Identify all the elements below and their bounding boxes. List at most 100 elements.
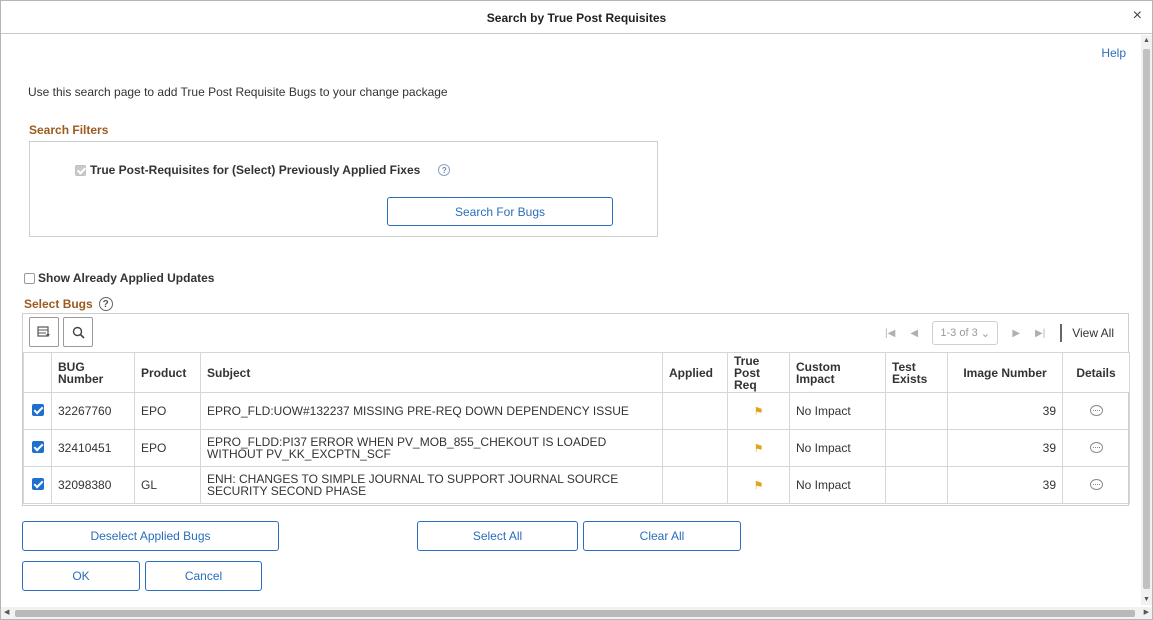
table-row: 32410451 EPO EPRO_FLDD:PI37 ERROR WHEN P… <box>23 429 1130 467</box>
view-all-link[interactable]: View All <box>1072 326 1114 340</box>
custom-impact-cell: No Impact <box>789 392 886 430</box>
search-icon <box>72 326 85 339</box>
column-header-image-number[interactable]: Image Number <box>947 352 1063 393</box>
show-applied-label: Show Already Applied Updates <box>38 271 215 285</box>
next-page-icon[interactable]: ▶ <box>1004 328 1028 339</box>
row-select-checkbox[interactable] <box>31 404 44 416</box>
true-post-req-cell: ⚑ <box>727 466 790 504</box>
search-filters-box: True Post-Requisites for (Select) Previo… <box>29 141 658 237</box>
column-header-details[interactable]: Details <box>1062 352 1130 393</box>
close-icon[interactable]: × <box>1133 8 1142 24</box>
deselect-applied-bugs-button[interactable]: Deselect Applied Bugs <box>22 521 279 551</box>
details-cell <box>1062 466 1130 504</box>
scroll-down-icon[interactable]: ▼ <box>1143 596 1150 603</box>
row-select-checkbox[interactable] <box>31 441 44 453</box>
show-applied-checkbox[interactable] <box>24 272 35 284</box>
grid-toolbar: |◀ ◀ 1-3 of 3 ⌄ ▶ ▶| View All <box>23 314 1128 352</box>
help-icon[interactable]: ? <box>98 297 113 311</box>
vertical-scrollbar[interactable]: ▲ ▼ <box>1141 35 1152 605</box>
true-post-req-cell: ⚑ <box>727 392 790 430</box>
image-number-cell: 39 <box>947 466 1063 504</box>
subject-cell: EPRO_FLDD:PI37 ERROR WHEN PV_MOB_855_CHE… <box>200 429 663 467</box>
row-range-text: 1-3 of 3 <box>940 327 978 339</box>
row-select-cell <box>23 392 52 430</box>
product-cell: EPO <box>134 429 201 467</box>
flag-icon: ⚑ <box>753 479 764 492</box>
chat-bubble-icon[interactable] <box>1089 441 1103 453</box>
test-exists-cell <box>885 429 948 467</box>
row-select-cell <box>23 466 52 504</box>
test-exists-cell <box>885 466 948 504</box>
details-cell <box>1062 392 1130 430</box>
subject-cell: ENH: CHANGES TO SIMPLE JOURNAL TO SUPPOR… <box>200 466 663 504</box>
details-cell <box>1062 429 1130 467</box>
select-column-header <box>23 352 52 393</box>
grid-personalize-icon <box>37 326 50 337</box>
clear-all-button[interactable]: Clear All <box>583 521 741 551</box>
dialog-titlebar: Search by True Post Requisites × <box>1 1 1152 34</box>
chat-bubble-icon[interactable] <box>1089 404 1103 416</box>
bug-number-cell: 32267760 <box>51 392 135 430</box>
help-icon[interactable]: ? <box>438 164 451 176</box>
applied-cell <box>662 466 728 504</box>
pager-divider <box>1060 324 1063 342</box>
column-header-true-post-req[interactable]: True Post Req <box>727 352 790 393</box>
intro-text: Use this search page to add True Post Re… <box>28 85 448 99</box>
help-link[interactable]: Help <box>1101 46 1126 60</box>
custom-impact-cell: No Impact <box>789 429 886 467</box>
table-row: 32267760 EPO EPRO_FLD:UOW#132237 MISSING… <box>23 392 1130 430</box>
horizontal-scrollbar[interactable]: ◀ ▶ <box>1 607 1152 619</box>
column-header-test-exists[interactable]: Test Exists <box>885 352 948 393</box>
select-all-button[interactable]: Select All <box>417 521 578 551</box>
true-post-req-checkbox <box>75 164 86 176</box>
image-number-cell: 39 <box>947 429 1063 467</box>
search-for-bugs-button[interactable]: Search For Bugs <box>387 197 613 226</box>
flag-icon: ⚑ <box>753 405 764 418</box>
custom-impact-cell: No Impact <box>789 466 886 504</box>
column-header-custom-impact[interactable]: Custom Impact <box>789 352 886 393</box>
scroll-left-icon[interactable]: ◀ <box>4 608 9 616</box>
select-bugs-heading: Select Bugs ? <box>24 297 113 311</box>
chevron-down-icon: ⌄ <box>980 327 990 340</box>
grid-personalize-button[interactable] <box>29 317 59 347</box>
horizontal-scroll-thumb[interactable] <box>15 610 1135 617</box>
ok-button[interactable]: OK <box>22 561 140 591</box>
dialog-title: Search by True Post Requisites <box>486 11 667 25</box>
test-exists-cell <box>885 392 948 430</box>
modal-dialog: Search by True Post Requisites × Help Us… <box>0 0 1153 620</box>
image-number-cell: 39 <box>947 392 1063 430</box>
previous-page-icon[interactable]: ◀ <box>902 328 926 339</box>
row-range-select[interactable]: 1-3 of 3 ⌄ <box>932 321 999 345</box>
row-select-cell <box>23 429 52 467</box>
true-post-req-checkbox-label: True Post-Requisites for (Select) Previo… <box>90 163 421 177</box>
column-header-product[interactable]: Product <box>134 352 201 393</box>
applied-cell <box>662 392 728 430</box>
dialog-content: Help Use this search page to add True Po… <box>1 35 1142 605</box>
grid-pager: |◀ ◀ 1-3 of 3 ⌄ ▶ ▶| View All <box>878 321 1114 345</box>
last-page-icon[interactable]: ▶| <box>1028 328 1052 339</box>
scroll-right-icon[interactable]: ▶ <box>1144 608 1149 616</box>
grid-find-button[interactable] <box>63 317 93 347</box>
show-applied-filter[interactable]: Show Already Applied Updates <box>24 271 214 285</box>
true-post-req-filter: True Post-Requisites for (Select) Previo… <box>75 163 451 177</box>
product-cell: EPO <box>134 392 201 430</box>
bugs-grid: |◀ ◀ 1-3 of 3 ⌄ ▶ ▶| View All BUG Number… <box>22 313 1130 506</box>
column-header-subject[interactable]: Subject <box>200 352 663 393</box>
column-header-bug-number[interactable]: BUG Number <box>51 352 135 393</box>
chat-bubble-icon[interactable] <box>1089 478 1103 490</box>
row-select-checkbox[interactable] <box>31 478 44 490</box>
table-header-row: BUG Number Product Subject Applied True … <box>23 352 1130 393</box>
scroll-up-icon[interactable]: ▲ <box>1143 37 1150 44</box>
column-header-applied[interactable]: Applied <box>662 352 728 393</box>
vertical-scroll-thumb[interactable] <box>1143 49 1150 589</box>
first-page-icon[interactable]: |◀ <box>878 328 902 339</box>
bug-number-cell: 32098380 <box>51 466 135 504</box>
true-post-req-cell: ⚑ <box>727 429 790 467</box>
bug-number-cell: 32410451 <box>51 429 135 467</box>
applied-cell <box>662 429 728 467</box>
product-cell: GL <box>134 466 201 504</box>
cancel-button[interactable]: Cancel <box>145 561 262 591</box>
subject-cell: EPRO_FLD:UOW#132237 MISSING PRE-REQ DOWN… <box>200 392 663 430</box>
flag-icon: ⚑ <box>753 442 764 455</box>
search-filters-heading: Search Filters <box>29 123 109 137</box>
